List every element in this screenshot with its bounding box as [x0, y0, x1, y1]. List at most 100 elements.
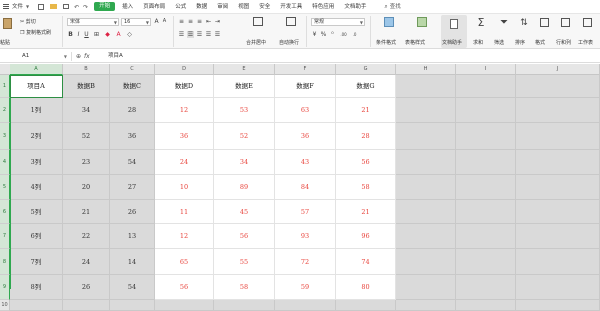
- decimal-increase-icon[interactable]: .00: [340, 31, 347, 38]
- data-cell[interactable]: 1列: [10, 98, 63, 123]
- filter-button[interactable]: ⏷: [497, 17, 511, 29]
- empty-cell[interactable]: [516, 75, 600, 98]
- undo-icon[interactable]: ↶: [74, 4, 79, 11]
- data-cell[interactable]: 54: [110, 275, 155, 300]
- data-cell[interactable]: 14: [110, 249, 155, 275]
- format-button[interactable]: [537, 17, 551, 28]
- empty-cell[interactable]: [396, 75, 456, 98]
- data-cell[interactable]: 72: [275, 249, 336, 275]
- row-header-9[interactable]: 9: [0, 275, 10, 300]
- paste-button[interactable]: [1, 18, 13, 30]
- data-cell[interactable]: 12: [155, 224, 214, 249]
- empty-cell[interactable]: [396, 300, 456, 311]
- rows-cols-button[interactable]: [558, 17, 572, 28]
- data-cell[interactable]: 58: [336, 175, 396, 200]
- column-header-h[interactable]: H: [396, 64, 456, 75]
- font-color-icon[interactable]: A: [115, 31, 122, 38]
- redo-icon[interactable]: ↷: [83, 4, 88, 11]
- empty-cell[interactable]: [396, 200, 456, 224]
- empty-cell[interactable]: [336, 300, 396, 311]
- search-box[interactable]: ⌕ 查找: [379, 0, 405, 14]
- row-header-7[interactable]: 7: [0, 224, 10, 249]
- empty-cell[interactable]: [456, 123, 516, 150]
- empty-cell[interactable]: [456, 275, 516, 300]
- data-cell[interactable]: 56: [336, 150, 396, 175]
- tab-formulas[interactable]: 公式: [170, 0, 191, 14]
- data-cell[interactable]: 52: [63, 123, 110, 150]
- data-cell[interactable]: 34: [63, 98, 110, 123]
- column-title-cell[interactable]: 数据B: [63, 75, 110, 98]
- data-cell[interactable]: 80: [336, 275, 396, 300]
- row-header-5[interactable]: 5: [0, 175, 10, 200]
- column-title-cell[interactable]: 数据E: [214, 75, 275, 98]
- empty-cell[interactable]: [456, 224, 516, 249]
- font-size-select[interactable]: 16 ▼: [121, 18, 151, 26]
- column-header-f[interactable]: F: [275, 64, 336, 75]
- data-cell[interactable]: 12: [155, 98, 214, 123]
- data-cell[interactable]: 65: [155, 249, 214, 275]
- empty-cell[interactable]: [516, 150, 600, 175]
- align-top-icon[interactable]: ≡: [178, 18, 185, 25]
- data-cell[interactable]: 58: [214, 275, 275, 300]
- copy-button[interactable]: ❐ 复制: [20, 29, 36, 36]
- indent-right-icon[interactable]: ⇥: [214, 18, 221, 25]
- data-cell[interactable]: 24: [63, 249, 110, 275]
- empty-cell[interactable]: [155, 300, 214, 311]
- align-right-icon[interactable]: ☰: [196, 31, 203, 38]
- data-cell[interactable]: 28: [110, 98, 155, 123]
- file-menu[interactable]: 文件 ▼: [0, 0, 35, 14]
- font-grow-button[interactable]: A: [153, 18, 160, 25]
- wrap-text-button[interactable]: [279, 17, 303, 27]
- tab-review[interactable]: 审阅: [212, 0, 233, 14]
- data-cell[interactable]: 74: [336, 249, 396, 275]
- tab-special-apps[interactable]: 特色应用: [307, 0, 339, 14]
- bold-button[interactable]: B: [67, 31, 74, 38]
- data-cell[interactable]: 55: [214, 249, 275, 275]
- conditional-format-button[interactable]: [376, 17, 402, 28]
- tab-insert[interactable]: 插入: [117, 0, 138, 14]
- data-cell[interactable]: 21: [336, 98, 396, 123]
- column-title-cell[interactable]: 数据F: [275, 75, 336, 98]
- align-center-icon[interactable]: ☰: [187, 31, 194, 38]
- spreadsheet-grid[interactable]: ABCDEFGHIJ 项目A 数据B 数据C 数据D 数据E 数据F 数据G 1列 34 28 12…: [0, 64, 600, 311]
- data-cell[interactable]: 36: [155, 123, 214, 150]
- indent-left-icon[interactable]: ⇤: [205, 18, 212, 25]
- data-cell[interactable]: 2列: [10, 123, 63, 150]
- empty-cell[interactable]: [396, 224, 456, 249]
- font-name-select[interactable]: 宋体 ▼: [67, 18, 119, 26]
- merge-center-button[interactable]: [246, 17, 270, 27]
- data-cell[interactable]: 84: [275, 175, 336, 200]
- name-box[interactable]: A1 ▼: [2, 52, 72, 61]
- data-cell[interactable]: 5列: [10, 200, 63, 224]
- table-style-button[interactable]: [409, 17, 435, 28]
- column-header-i[interactable]: I: [456, 64, 516, 75]
- column-header-a[interactable]: A: [10, 64, 63, 75]
- data-cell[interactable]: 23: [63, 150, 110, 175]
- fill-color-icon[interactable]: ◆: [104, 31, 111, 38]
- print-icon[interactable]: [63, 4, 70, 9]
- row-header-8[interactable]: 8: [0, 249, 10, 275]
- data-cell[interactable]: 11: [155, 200, 214, 224]
- column-header-b[interactable]: B: [63, 64, 110, 75]
- tab-home[interactable]: 开始: [94, 2, 116, 11]
- empty-cell[interactable]: [516, 300, 600, 311]
- column-title-cell[interactable]: 数据G: [336, 75, 396, 98]
- data-cell[interactable]: 59: [275, 275, 336, 300]
- cut-button[interactable]: ✂ 剪切: [20, 18, 36, 25]
- distribute-icon[interactable]: ☰: [214, 31, 221, 38]
- data-cell[interactable]: 56: [214, 224, 275, 249]
- empty-cell[interactable]: [396, 150, 456, 175]
- column-title-cell[interactable]: 项目A: [10, 75, 63, 98]
- data-cell[interactable]: 28: [336, 123, 396, 150]
- empty-cell[interactable]: [456, 175, 516, 200]
- column-header-g[interactable]: G: [336, 64, 396, 75]
- sum-button[interactable]: Σ: [474, 17, 488, 29]
- data-cell[interactable]: 53: [214, 98, 275, 123]
- empty-cell[interactable]: [456, 75, 516, 98]
- empty-cell[interactable]: [456, 98, 516, 123]
- data-cell[interactable]: 96: [336, 224, 396, 249]
- data-cell[interactable]: 36: [110, 123, 155, 150]
- borders-icon[interactable]: ⊞: [93, 31, 100, 38]
- row-header-10[interactable]: 10: [0, 300, 10, 311]
- format-painter-button[interactable]: 格式刷: [36, 29, 51, 36]
